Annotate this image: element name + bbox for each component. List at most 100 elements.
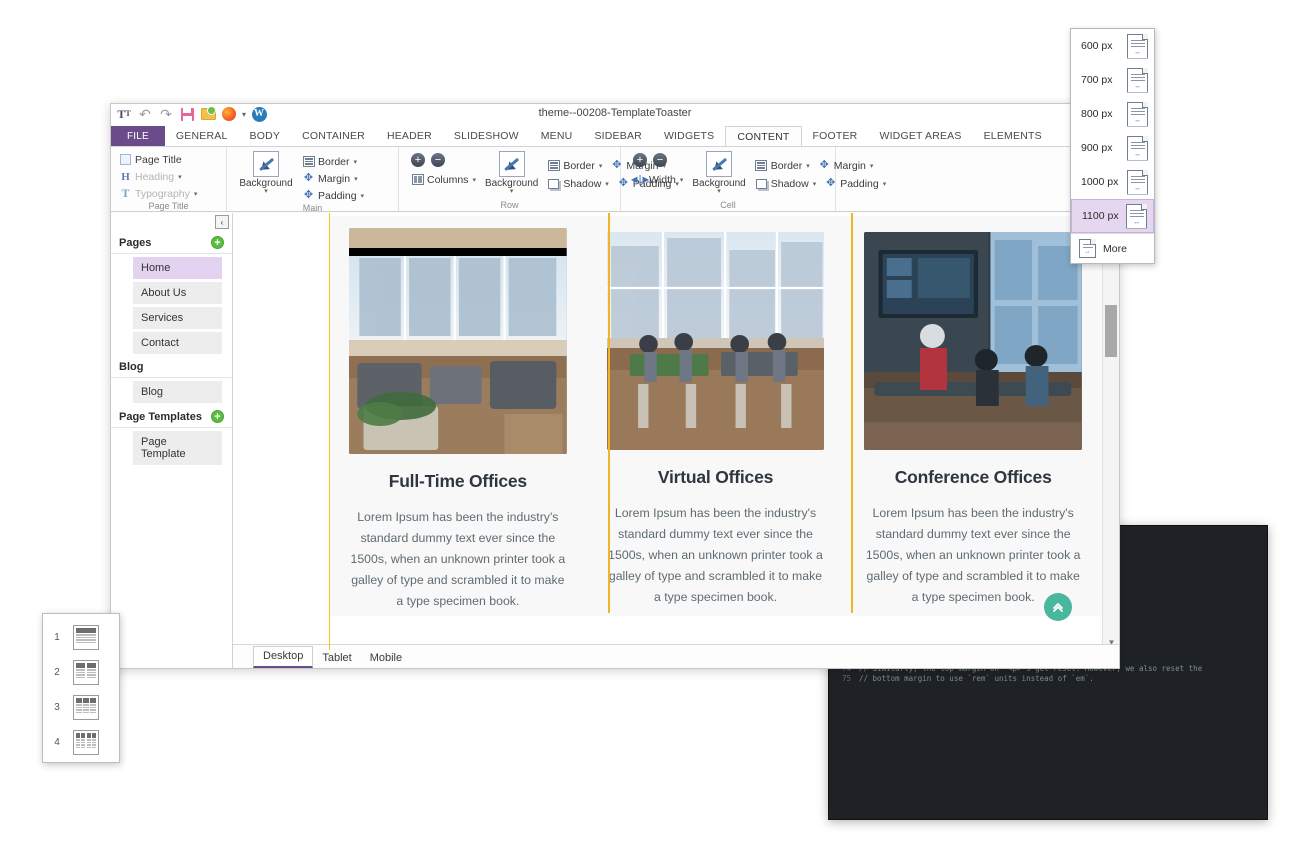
sidebar-item-page-template[interactable]: Page Template bbox=[133, 431, 222, 465]
cell-remove-button[interactable]: − bbox=[653, 153, 667, 167]
main-background-button[interactable]: Background ▾ bbox=[239, 150, 293, 195]
page-preview[interactable]: Full-Time Offices Lorem Ipsum has been t… bbox=[233, 213, 1102, 650]
tab-content[interactable]: CONTENT bbox=[725, 126, 802, 147]
card-image bbox=[864, 232, 1083, 450]
tab-file[interactable]: FILE bbox=[111, 126, 165, 146]
chevron-down-icon: ▾ bbox=[717, 188, 721, 195]
back-to-top-button[interactable] bbox=[1044, 593, 1072, 621]
ribbon-group-row: + − Columns ▾ Background ▾ Border ▾ ✥ ▾ … bbox=[399, 147, 679, 211]
group-label-cell: Cell bbox=[720, 200, 736, 210]
page-width-icon: ↔ bbox=[1127, 33, 1148, 59]
tab-widget-areas[interactable]: WIDGET AREAS bbox=[868, 126, 972, 146]
heading-icon: H bbox=[121, 170, 130, 183]
row-background-button[interactable]: Background ▾ bbox=[485, 150, 538, 195]
cell-margin-label: Margin bbox=[833, 159, 866, 172]
cell-shadow-button[interactable]: Shadow ▾ bbox=[753, 176, 818, 191]
screen-root: TT ↶ ↷ ▾ W theme--00208-TemplateToaster … bbox=[0, 0, 1300, 866]
sidebar-item-contact[interactable]: Contact bbox=[133, 332, 222, 354]
margin-icon: ✥ bbox=[303, 172, 314, 184]
tab-desktop[interactable]: Desktop bbox=[253, 646, 314, 668]
cell-margin-button[interactable]: ✥ Margin ▾ bbox=[816, 158, 876, 173]
window-title: theme--00208-TemplateToaster bbox=[538, 107, 692, 119]
card-full-time-offices[interactable]: Full-Time Offices Lorem Ipsum has been t… bbox=[329, 216, 587, 612]
row-border-button[interactable]: Border ▾ bbox=[545, 158, 604, 173]
vertical-scroll-thumb[interactable] bbox=[1105, 305, 1117, 357]
work-area: ‹ Pages + Home About Us Services Contact… bbox=[111, 213, 1119, 668]
row-shadow-button[interactable]: Shadow ▾ bbox=[545, 176, 610, 191]
tab-sidebar[interactable]: SIDEBAR bbox=[583, 126, 653, 146]
tab-slideshow[interactable]: SLIDESHOW bbox=[443, 126, 530, 146]
heading-button[interactable]: H Heading ▾ bbox=[117, 169, 199, 184]
tab-body[interactable]: BODY bbox=[239, 126, 292, 146]
tab-footer[interactable]: FOOTER bbox=[802, 126, 869, 146]
row-columns-button[interactable]: Columns ▾ bbox=[409, 172, 478, 187]
typography-label: Typography bbox=[135, 187, 190, 200]
card-conference-offices[interactable]: Conference Offices Lorem Ipsum has been … bbox=[844, 216, 1102, 612]
tree-section-pages: Pages + bbox=[111, 232, 232, 254]
main-border-button[interactable]: Border ▾ bbox=[300, 154, 366, 169]
page-title-checkbox[interactable]: Page Title bbox=[117, 152, 199, 167]
main-border-label: Border bbox=[318, 155, 350, 168]
tab-header[interactable]: HEADER bbox=[376, 126, 443, 146]
chevron-down-icon: ▾ bbox=[360, 192, 365, 200]
columns-option-2[interactable]: 2 bbox=[43, 655, 119, 690]
chevron-down-icon: ▾ bbox=[806, 162, 810, 170]
tab-mobile[interactable]: Mobile bbox=[361, 649, 411, 668]
columns-layout-4-icon bbox=[73, 730, 99, 755]
width-option-600[interactable]: 600 px ↔ bbox=[1071, 29, 1154, 63]
group-label-page-title: Page Title bbox=[148, 201, 189, 211]
sidebar-item-about-us[interactable]: About Us bbox=[133, 282, 222, 304]
width-option-800[interactable]: 800 px ↔ bbox=[1071, 97, 1154, 131]
design-canvas[interactable]: ↑ bbox=[233, 213, 1119, 668]
tab-elements[interactable]: ELEMENTS bbox=[973, 126, 1053, 146]
more-widths-icon: ↔ bbox=[1079, 239, 1096, 258]
chevron-down-icon: ▾ bbox=[882, 180, 887, 188]
double-chevron-up-icon bbox=[1053, 603, 1063, 612]
cell-background-button[interactable]: Background ▾ bbox=[692, 150, 746, 195]
cell-padding-button[interactable]: ✥ Padding ▾ bbox=[822, 176, 888, 191]
sidebar-item-blog[interactable]: Blog bbox=[133, 381, 222, 403]
tab-menu[interactable]: MENU bbox=[530, 126, 584, 146]
columns-option-1[interactable]: 1 bbox=[43, 620, 119, 655]
ribbon-group-page-title: Page Title H Heading ▾ T Typography ▾ Pa… bbox=[111, 147, 227, 211]
add-page-button[interactable]: + bbox=[211, 236, 224, 249]
ribbon-tab-bar: FILE GENERAL BODY CONTAINER HEADER SLIDE… bbox=[111, 126, 1119, 147]
row-add-button[interactable]: + bbox=[411, 153, 425, 167]
card-title: Full-Time Offices bbox=[388, 471, 527, 491]
sidebar-item-home[interactable]: Home bbox=[133, 257, 222, 279]
width-option-label: 600 px bbox=[1081, 40, 1113, 52]
cell-add-button[interactable]: + bbox=[633, 153, 647, 167]
typography-button[interactable]: T Typography ▾ bbox=[117, 186, 199, 201]
tab-general[interactable]: GENERAL bbox=[165, 126, 239, 146]
width-option-1000[interactable]: 1000 px ↔ bbox=[1071, 165, 1154, 199]
cell-width-dropdown-menu: 600 px ↔ 700 px ↔ 800 px ↔ 900 px ↔ 1000… bbox=[1070, 28, 1155, 264]
page-width-icon: ↔ bbox=[1127, 135, 1148, 161]
width-option-900[interactable]: 900 px ↔ bbox=[1071, 131, 1154, 165]
add-page-template-button[interactable]: + bbox=[211, 410, 224, 423]
shadow-icon bbox=[547, 177, 560, 190]
main-margin-button[interactable]: ✥ Margin ▾ bbox=[300, 171, 366, 186]
columns-count-label: 2 bbox=[54, 667, 60, 678]
main-padding-button[interactable]: ✥ Padding ▾ bbox=[300, 188, 366, 203]
collapse-panel-button[interactable]: ‹ bbox=[215, 215, 229, 229]
tab-tablet[interactable]: Tablet bbox=[313, 649, 360, 668]
padding-icon: ✥ bbox=[303, 189, 314, 201]
width-icon: ◄|► bbox=[628, 173, 652, 186]
width-option-700[interactable]: 700 px ↔ bbox=[1071, 63, 1154, 97]
cell-shadow-label: Shadow bbox=[770, 177, 809, 190]
cell-width-button[interactable]: ◄|► Width ▾ bbox=[628, 172, 685, 187]
width-option-more[interactable]: ↔ More bbox=[1071, 234, 1154, 263]
brush-icon bbox=[498, 151, 525, 177]
row-remove-button[interactable]: − bbox=[431, 153, 445, 167]
columns-option-4[interactable]: 4 bbox=[43, 725, 119, 760]
code-line: 75 // bottom margin to use `rem` units in… bbox=[829, 674, 1267, 684]
tab-widgets[interactable]: WIDGETS bbox=[653, 126, 725, 146]
tab-container[interactable]: CONTAINER bbox=[291, 126, 376, 146]
width-option-1100[interactable]: 1100 px ↔ bbox=[1071, 199, 1154, 233]
columns-count-label: 1 bbox=[54, 632, 60, 643]
columns-option-3[interactable]: 3 bbox=[43, 690, 119, 725]
sidebar-item-services[interactable]: Services bbox=[133, 307, 222, 329]
cell-border-button[interactable]: Border ▾ bbox=[753, 158, 812, 173]
width-option-label: 900 px bbox=[1081, 142, 1113, 154]
canvas-vertical-scrollbar[interactable]: ▲ ▼ bbox=[1102, 213, 1119, 650]
